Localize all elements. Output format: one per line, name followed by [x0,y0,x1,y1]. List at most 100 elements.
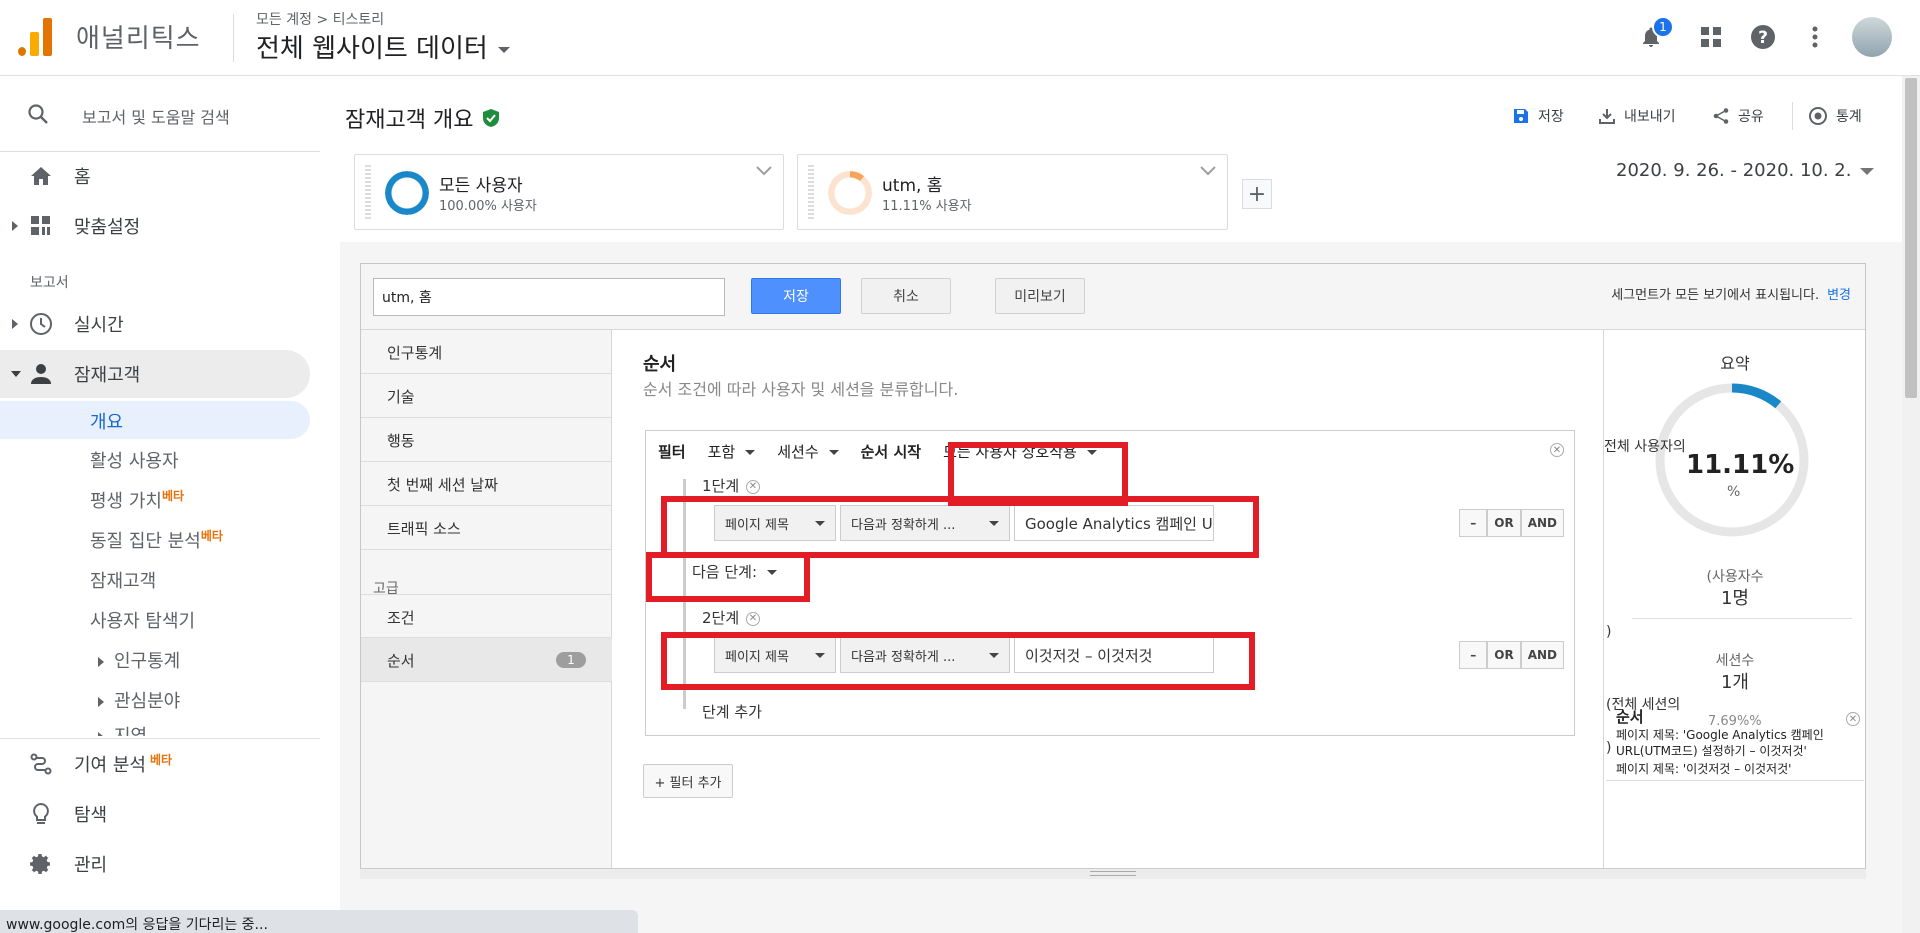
sidebar-item-attribution[interactable]: 기여 분석 베타 [0,740,310,788]
step-2-value-input[interactable]: 이것저것 – 이것저것 [1014,637,1214,673]
segment-card-utm-home[interactable]: utm, 홈 11.11% 사용자 [797,154,1228,230]
segment-summary-panel: 요약 전체 사용자의 11.11% % (사용자수 1명 ) 세션수 1개 (전… [1603,330,1865,878]
gear-icon [28,851,54,877]
drag-handle-icon[interactable] [365,165,371,221]
page-title-text: 잠재고객 개요 [345,108,474,133]
view-selector[interactable]: 전체 웹사이트 데이터 [256,28,510,65]
segment-visibility-note: 세그먼트가 모든 보기에서 표시됩니다. 변경 [1611,284,1851,303]
sidebar-search[interactable]: 보고서 및 도움말 검색 [0,76,320,152]
sidebar-item-demographics[interactable]: 인구통계 [98,647,180,673]
remove-step-icon[interactable]: ✕ [745,611,760,626]
next-step-dropdown[interactable]: 다음 단계: [692,561,778,582]
share-button[interactable]: 공유 [1712,106,1764,126]
chevron-down-icon[interactable] [1199,165,1217,177]
match-type-dropdown[interactable]: 다음과 정확하게 ... [840,505,1010,541]
drag-handle-icon[interactable] [808,165,814,221]
or-button[interactable]: OR [1487,641,1521,669]
resize-grip-icon[interactable] [1090,871,1136,876]
sequence-start-dropdown[interactable]: 모든 사용자 상호작용 [943,441,1097,462]
sidebar-item-interests[interactable]: 관심분야 [98,687,180,713]
editor-resize-bar[interactable] [360,868,1866,879]
save-report-button[interactable]: 저장 [1512,106,1564,126]
sidebar-item-active-users[interactable]: 활성 사용자 [90,447,179,473]
paren-close: ) [1606,740,1612,756]
account-avatar[interactable] [1852,17,1892,57]
change-visibility-link[interactable]: 변경 [1827,288,1851,303]
and-button[interactable]: AND [1520,641,1564,669]
step-2-text: 2단계 [702,609,740,627]
reports-section-label: 보고서 [30,275,69,291]
sidebar-item-discover[interactable]: 탐색 [0,790,310,838]
add-step-button[interactable]: 단계 추가 [702,701,762,722]
match-type-value: 다음과 정확하게 ... [851,649,956,665]
sidebar-item-realtime[interactable]: 실시간 [0,300,310,348]
insights-button[interactable]: 통계 [1808,106,1862,126]
sidebar-item-audiences[interactable]: 잠재고객 [90,567,156,593]
lightbulb-icon [28,801,54,827]
breadcrumb[interactable]: 모든 계정 > 티스토리 [256,9,384,29]
remove-condition-button[interactable]: – [1459,641,1488,669]
sidebar-item-customization[interactable]: 맞춤설정 [0,202,310,250]
segment-name-input[interactable] [373,278,725,316]
sidebar-item-label: 관심분야 [114,691,181,712]
sidebar-item-geo[interactable]: 지역 [98,722,147,736]
date-range-picker[interactable]: 2020. 9. 26. - 2020. 10. 2. [1616,160,1874,181]
match-type-dropdown[interactable]: 다음과 정확하게 ... [840,637,1010,673]
segment-editor: 저장 취소 미리보기 세그먼트가 모든 보기에서 표시됩니다. 변경 인구통계 기… [360,263,1866,879]
visibility-note-text: 세그먼트가 모든 보기에서 표시됩니다. [1611,288,1820,303]
segment-save-button[interactable]: 저장 [751,278,841,314]
collapse-arrow-icon [11,371,21,377]
segment-cancel-button[interactable]: 취소 [861,278,951,314]
scrollbar-thumb[interactable] [1905,78,1917,398]
action-label: 내보내기 [1624,109,1676,125]
sidebar-item-overview[interactable]: 개요 [0,401,310,439]
segment-preview-button[interactable]: 미리보기 [995,278,1085,314]
segment-card-all-users[interactable]: 모든 사용자 100.00% 사용자 [354,154,784,230]
remove-step-icon[interactable]: ✕ [745,479,760,494]
dimension-dropdown[interactable]: 페이지 제목 [714,505,836,541]
page-scrollbar[interactable] [1902,76,1920,933]
download-icon [1599,109,1615,124]
sidebar-item-audience[interactable]: 잠재고객 [0,350,310,398]
svg-text:?: ? [1758,28,1768,48]
scope-dropdown[interactable]: 세션수 [777,441,839,462]
category-demographics[interactable]: 인구통계 [361,330,612,374]
remove-filter-icon[interactable]: ✕ [1550,443,1564,457]
include-dropdown[interactable]: 포함 [708,441,756,462]
category-first-session-date[interactable]: 첫 번째 세션 날짜 [361,462,612,506]
add-segment-button[interactable]: + [1242,179,1272,209]
verified-shield-icon [483,109,500,127]
more-vert-icon[interactable] [1798,20,1832,54]
analytics-logo-icon[interactable] [18,18,54,56]
export-button[interactable]: 내보내기 [1598,106,1676,126]
chevron-down-icon[interactable] [755,165,773,177]
help-icon[interactable]: ? [1746,20,1780,54]
sidebar-item-admin[interactable]: 관리 [0,840,310,888]
sidebar-item-cohort[interactable]: 동질 집단 분석베타 [90,527,223,553]
breadcrumb-property: 티스토리 [332,12,385,28]
category-conditions[interactable]: 조건 [361,594,612,638]
and-button[interactable]: AND [1520,509,1564,537]
category-traffic-sources[interactable]: 트래픽 소스 [361,506,612,550]
apps-grid-icon[interactable] [1694,20,1728,54]
remove-condition-button[interactable]: – [1459,509,1488,537]
sidebar-item-user-explorer[interactable]: 사용자 탐색기 [90,607,195,633]
expand-arrow-icon [98,657,104,667]
caret-down-icon [497,46,510,53]
or-button[interactable]: OR [1487,509,1521,537]
divider [0,738,320,739]
sidebar-item-home[interactable]: 홈 [0,152,310,200]
close-summary-icon[interactable]: ✕ [1846,712,1860,726]
dimension-dropdown[interactable]: 페이지 제목 [714,637,836,673]
category-technology[interactable]: 기술 [361,374,612,418]
next-step-value: 다음 단계: [692,563,758,581]
add-filter-button[interactable]: + 필터 추가 [643,764,733,798]
page-title: 잠재고객 개요 [345,102,501,134]
summary-sequence-label: 순서 [1616,708,1644,726]
step-1-value-input[interactable]: Google Analytics 캠페인 URL(UTM코드) 설정하기 – 이… [1014,505,1214,541]
category-behavior[interactable]: 행동 [361,418,612,462]
summary-title: 요약 [1720,354,1750,373]
category-sequences[interactable]: 순서 1 [361,638,612,682]
sequence-start-value: 모든 사용자 상호작용 [943,443,1077,461]
sidebar-item-lifetime-value[interactable]: 평생 가치베타 [90,487,184,513]
